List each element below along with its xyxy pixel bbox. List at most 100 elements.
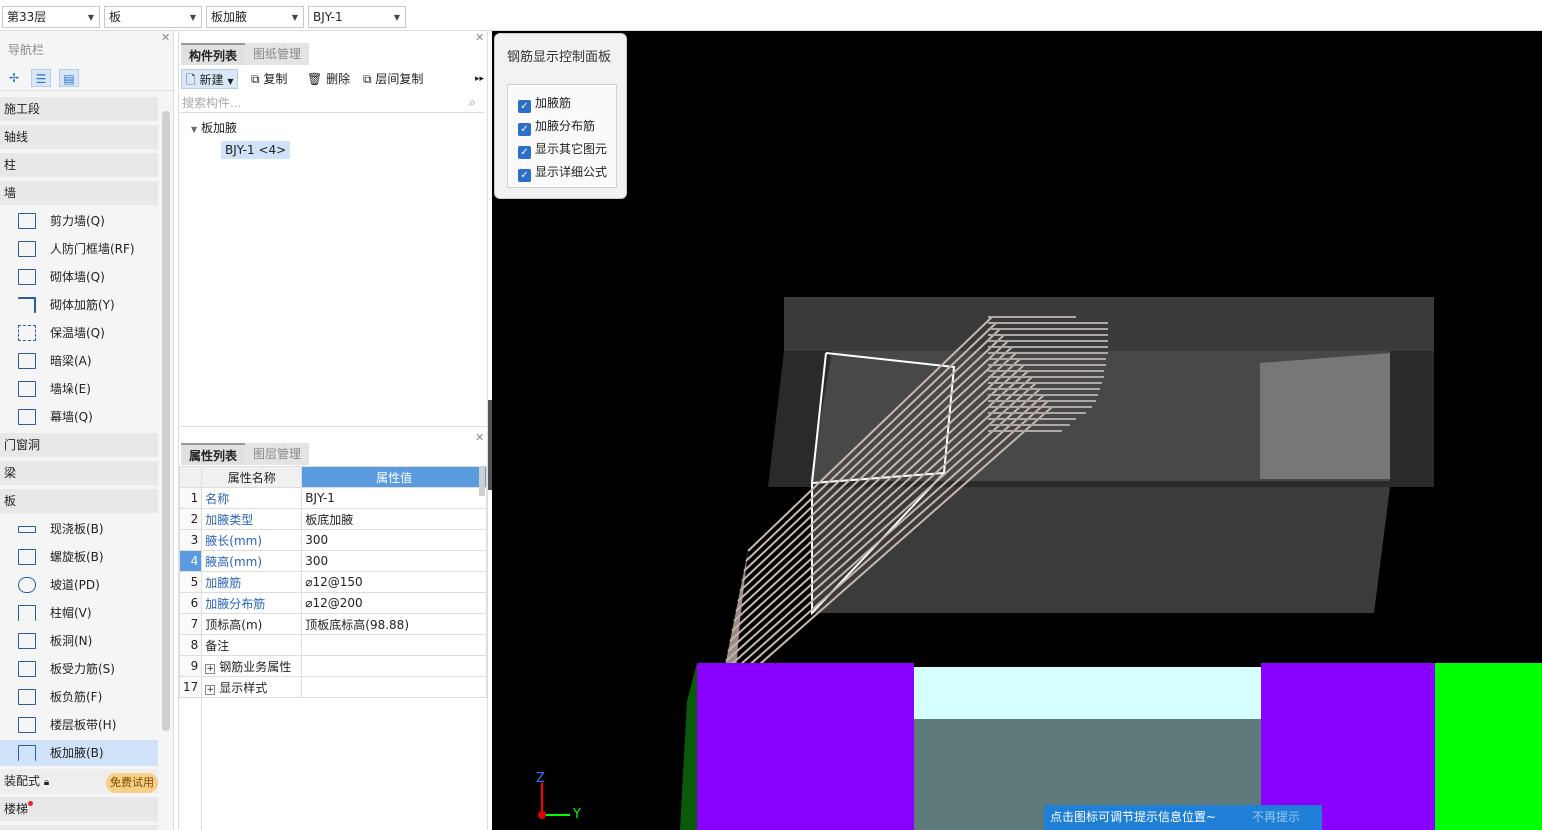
list-view-icon[interactable]: ☰ (31, 69, 51, 87)
detail-view-icon[interactable]: ▤ (59, 69, 79, 87)
category-select[interactable]: 板 ▼ (104, 6, 202, 28)
expand-plus-icon[interactable]: + (205, 663, 216, 674)
checkbox-show-formula[interactable]: ✓ 显示详细公式 (518, 163, 607, 182)
copy-button[interactable]: ⧉ 复制 (251, 69, 287, 89)
row-name[interactable]: + 显示样式 (201, 676, 303, 698)
notification-dot-icon (28, 801, 34, 806)
tab-layer-manage[interactable]: 图层管理 (245, 443, 309, 465)
new-button[interactable]: 🗋︎ 新建 ▼ (181, 69, 239, 89)
table-row[interactable]: 7 顶标高(m) 顶板底标高(98.88) (178, 613, 487, 635)
nav-item-hidden-beam[interactable]: 暗梁(A) (0, 348, 158, 374)
nav-item-label: 板受力筋(S) (50, 662, 115, 676)
nav-item-wall-pier[interactable]: 墙垛(E) (0, 376, 158, 402)
more-icon[interactable]: ▸▸ (475, 69, 484, 89)
row-name: 顶标高(m) (201, 613, 303, 635)
nav-item-masonry-rebar[interactable]: 砌体加筋(Y) (0, 292, 158, 318)
checkbox-label: 显示其它图元 (535, 142, 608, 156)
nav-category-construction[interactable]: 施工段 (0, 97, 158, 121)
floor-copy-button[interactable]: ⧉ 层间复制 (363, 69, 423, 89)
nav-item-slab-negative-rebar[interactable]: 板负筋(F) (0, 684, 158, 710)
nav-item-shear-wall[interactable]: 剪力墙(Q) (0, 208, 158, 234)
table-row[interactable]: 17 + 显示样式 (178, 676, 487, 698)
component-search-input[interactable]: 搜索构件... (179, 93, 485, 113)
hint-banner[interactable]: 点击图标可调节提示信息位置~ 不再提示 (1044, 805, 1322, 830)
delete-button[interactable]: 🗑︎ 删除 (307, 69, 350, 89)
trash-icon: 🗑︎ (307, 72, 323, 86)
row-value[interactable]: 顶板底标高(98.88) (301, 613, 487, 635)
nav-item-insulation-wall[interactable]: 保温墙(Q) (0, 320, 158, 346)
expand-plus-icon[interactable]: + (205, 684, 216, 695)
nav-category-label: 装配式 (4, 774, 41, 788)
row-value-editing[interactable]: 300 (301, 550, 487, 572)
dismiss-hint-button[interactable]: 不再提示 (1252, 805, 1300, 830)
nav-category-more[interactable] (0, 825, 158, 830)
row-value[interactable]: ⌀12@150 (301, 571, 487, 593)
tree-root-slab-haunch[interactable]: ▼ 板加腋 (191, 119, 237, 136)
nav-item-label: 板加腋(B) (50, 746, 104, 760)
nav-category-beam[interactable]: 梁 (0, 461, 158, 485)
3d-viewport[interactable]: Z Y 钢筋显示控制面板 ✓ 加腋筋 ✓ 加腋分布筋 ✓ 显示其它图元 ✓ 显示详细公式… (492, 31, 1542, 830)
type-select[interactable]: 板加腋 ▼ (206, 6, 304, 28)
nav-item-label: 板洞(N) (50, 634, 93, 648)
floor-select[interactable]: 第33层 ▼ (2, 6, 100, 28)
table-row[interactable]: 3 腋长(mm) 300 (178, 529, 487, 551)
tab-component-list[interactable]: 构件列表 (181, 43, 245, 65)
close-icon[interactable]: ✕ (161, 31, 170, 44)
nav-item-slab-main-rebar[interactable]: 板受力筋(S) (0, 656, 158, 682)
header-name: 属性名称 (201, 466, 303, 488)
nav-category-stairs[interactable]: 楼梯 (0, 797, 158, 821)
table-row[interactable]: 2 加腋类型 板底加腋 (178, 508, 487, 530)
close-icon[interactable]: ✕ (475, 431, 484, 444)
row-name[interactable]: + 钢筋业务属性 (201, 655, 303, 677)
nav-item-slab-strip[interactable]: 楼层板带(H) (0, 712, 158, 738)
table-row[interactable]: 9 + 钢筋业务属性 (178, 655, 487, 677)
table-row[interactable]: 6 加腋分布筋 ⌀12@200 (178, 592, 487, 614)
nav-item-column-cap[interactable]: 柱帽(V) (0, 600, 158, 626)
nav-category-opening[interactable]: 门窗洞 (0, 433, 158, 457)
property-scrollbar[interactable] (479, 466, 485, 496)
row-num: 7 (178, 613, 203, 635)
free-trial-badge[interactable]: 免费试用 (106, 773, 158, 793)
nav-item-curtain-wall[interactable]: 幕墙(Q) (0, 404, 158, 430)
pin-icon[interactable]: ✢ (4, 69, 24, 87)
tree-item-bjy1[interactable]: BJY-1 <4> (221, 141, 291, 159)
cyan-wall (914, 667, 1261, 719)
row-value[interactable]: ⌀12@200 (301, 592, 487, 614)
nav-category-slab[interactable]: 板 (0, 489, 158, 513)
close-icon[interactable]: ✕ (475, 31, 484, 44)
checkbox-haunch-distribution[interactable]: ✓ 加腋分布筋 (518, 117, 595, 136)
nav-item-label: 保温墙(Q) (50, 326, 105, 340)
row-name: 加腋分布筋 (201, 592, 303, 614)
nav-category-column[interactable]: 柱 (0, 153, 158, 177)
nav-item-ramp[interactable]: 坡道(PD) (0, 572, 158, 598)
table-row[interactable]: 8 备注 (178, 634, 487, 656)
nav-item-masonry-wall[interactable]: 砌体墙(Q) (0, 264, 158, 290)
row-value[interactable] (301, 634, 487, 656)
checkbox-haunch-rebar[interactable]: ✓ 加腋筋 (518, 94, 571, 113)
table-row[interactable]: 4 腋高(mm) 300 (178, 550, 487, 572)
row-value[interactable]: 板底加腋 (301, 508, 487, 530)
header-num (178, 466, 203, 488)
nav-item-slab-hole[interactable]: 板洞(N) (0, 628, 158, 654)
nav-category-axis[interactable]: 轴线 (0, 125, 158, 149)
row-value[interactable]: BJY-1 (301, 487, 487, 509)
table-row[interactable]: 5 加腋筋 ⌀12@150 (178, 571, 487, 593)
nav-scrollbar[interactable] (162, 111, 170, 731)
expand-caret-icon[interactable]: ▼ (191, 125, 197, 134)
nav-item-spiral-slab[interactable]: 螺旋板(B) (0, 544, 158, 570)
search-icon[interactable]: ⌕ (469, 95, 476, 110)
nav-item-cast-slab[interactable]: 现浇板(B) (0, 516, 158, 542)
checkbox-show-other[interactable]: ✓ 显示其它图元 (518, 140, 607, 159)
nav-item-slab-haunch[interactable]: 板加腋(B) (0, 740, 158, 766)
tab-property-list[interactable]: 属性列表 (181, 443, 245, 465)
row-value[interactable]: 300 (301, 529, 487, 551)
table-row[interactable]: 1 名称 BJY-1 (178, 487, 487, 509)
nav-category-wall[interactable]: 墙 (0, 181, 158, 205)
lock-icon: 🔒︎ (43, 777, 50, 788)
component-select[interactable]: BJY-1 ▼ (308, 6, 406, 28)
splitter-handle[interactable] (488, 400, 492, 490)
nav-item-civil-defense-wall[interactable]: 人防门框墙(RF) (0, 236, 158, 262)
tab-drawing-manage[interactable]: 图纸管理 (245, 43, 309, 65)
shear-wall-icon (18, 213, 36, 229)
panel-divider[interactable] (179, 426, 489, 427)
